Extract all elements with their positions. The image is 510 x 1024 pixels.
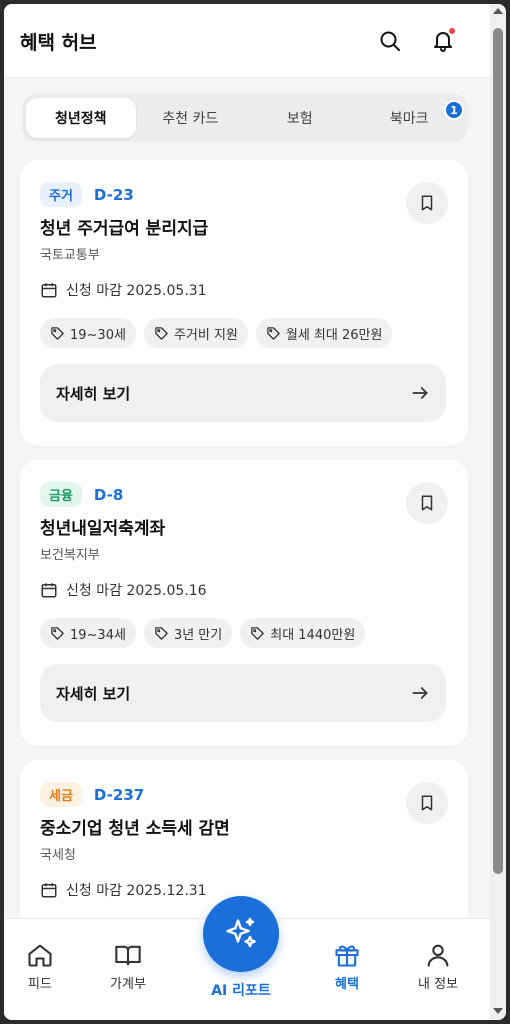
deadline-text: 신청 마감 2025.05.31 bbox=[66, 283, 207, 299]
user-icon bbox=[427, 944, 449, 967]
info-chip: 3년 만기 bbox=[143, 618, 233, 648]
card-organization: 국세청 bbox=[40, 848, 76, 863]
gift-icon bbox=[335, 945, 359, 967]
tag-icon bbox=[251, 626, 264, 640]
info-chip: 주거비 지원 bbox=[143, 318, 248, 348]
tab-youth-policy[interactable]: 청년정책 bbox=[26, 98, 136, 138]
tag-icon bbox=[155, 626, 168, 640]
bookmark-button[interactable] bbox=[406, 482, 448, 524]
app-viewport: 혜택 허브 청년정책 추천 카드 보험 북마크 1 주거 D-23 청년 주거급… bbox=[4, 4, 490, 1020]
detail-label: 자세히 보기 bbox=[56, 684, 131, 703]
deadline-row: 신청 마감 2025.05.31 bbox=[40, 280, 207, 300]
dday-label: D-8 bbox=[93, 485, 124, 504]
tab-bookmark[interactable]: 북마크 1 bbox=[355, 98, 464, 138]
ai-report-button[interactable] bbox=[203, 896, 279, 972]
tab-insurance[interactable]: 보험 bbox=[245, 98, 355, 138]
card-header: 세금 D-237 bbox=[40, 782, 144, 807]
deadline-text: 신청 마감 2025.05.16 bbox=[66, 583, 207, 599]
top-header: 혜택 허브 bbox=[4, 4, 490, 78]
bookmark-button[interactable] bbox=[406, 182, 448, 224]
sparkles-icon bbox=[226, 917, 256, 948]
chip-label: 19~34세 bbox=[70, 627, 126, 643]
card-header: 금융 D-8 bbox=[40, 482, 123, 507]
ai-report-label: AI 리포트 bbox=[211, 983, 271, 999]
bookmark-count-badge: 1 bbox=[444, 100, 464, 120]
chip-label: 3년 만기 bbox=[173, 627, 223, 643]
category-tag: 세금 bbox=[40, 782, 82, 807]
info-chip: 월세 최대 26만원 bbox=[255, 318, 393, 348]
chip-label: 월세 최대 26만원 bbox=[285, 327, 383, 343]
nav-feed[interactable]: 피드 bbox=[4, 941, 80, 992]
chip-list: 19~34세 3년 만기 최대 1440만원 bbox=[40, 618, 366, 648]
bookmark-icon bbox=[421, 495, 433, 511]
bookmark-icon bbox=[421, 795, 433, 811]
chip-list: 19~30세 주거비 지원 월세 최대 26만원 bbox=[40, 318, 393, 348]
calendar-icon bbox=[41, 283, 57, 298]
card-organization: 국토교통부 bbox=[40, 248, 100, 263]
nav-label: 내 정보 bbox=[417, 977, 458, 992]
detail-label: 자세히 보기 bbox=[56, 384, 131, 403]
deadline-row: 신청 마감 2025.05.16 bbox=[40, 580, 207, 600]
card-title: 청년내일저축계좌 bbox=[40, 519, 166, 539]
notification-button[interactable] bbox=[429, 27, 457, 55]
notification-dot bbox=[449, 28, 455, 34]
card-header: 주거 D-23 bbox=[40, 182, 134, 207]
search-button[interactable] bbox=[376, 27, 404, 55]
chip-label: 최대 1440만원 bbox=[270, 627, 356, 643]
scroll-down-arrow[interactable] bbox=[493, 1008, 503, 1014]
tag-icon bbox=[51, 326, 64, 340]
search-icon bbox=[380, 31, 400, 51]
scroll-up-arrow[interactable] bbox=[493, 8, 503, 14]
arrow-right-icon bbox=[412, 687, 428, 699]
card-title: 청년 주거급여 분리지급 bbox=[40, 219, 209, 239]
tab-label: 북마크 bbox=[389, 111, 429, 127]
page-title: 혜택 허브 bbox=[20, 32, 97, 54]
nav-benefits[interactable]: 혜택 bbox=[307, 941, 387, 992]
category-tabs: 청년정책 추천 카드 보험 북마크 1 bbox=[22, 94, 468, 142]
chip-label: 주거비 지원 bbox=[173, 327, 238, 343]
dday-label: D-23 bbox=[93, 185, 134, 204]
card-title: 중소기업 청년 소득세 감면 bbox=[40, 819, 230, 839]
nav-label: 혜택 bbox=[335, 977, 359, 992]
nav-my-info[interactable]: 내 정보 bbox=[398, 941, 478, 992]
bookmark-icon bbox=[421, 195, 433, 211]
nav-ledger[interactable]: 가계부 bbox=[88, 941, 168, 992]
book-open-icon bbox=[115, 945, 141, 966]
bookmark-button[interactable] bbox=[406, 782, 448, 824]
nav-label: 피드 bbox=[28, 977, 52, 992]
tab-label: 보험 bbox=[286, 111, 313, 127]
deadline-text: 신청 마감 2025.12.31 bbox=[66, 883, 207, 899]
scrollbar[interactable] bbox=[490, 4, 506, 1020]
category-tag: 주거 bbox=[40, 182, 82, 207]
app-window: 혜택 허브 청년정책 추천 카드 보험 북마크 1 주거 D-23 청년 주거급… bbox=[4, 4, 506, 1020]
benefit-card: 주거 D-23 청년 주거급여 분리지급 국토교통부 신청 마감 2025.05… bbox=[20, 160, 468, 446]
scroll-thumb[interactable] bbox=[493, 28, 503, 874]
info-chip: 최대 1440만원 bbox=[240, 618, 366, 648]
calendar-icon bbox=[41, 583, 57, 598]
tab-label: 추천 카드 bbox=[162, 111, 219, 127]
tag-icon bbox=[51, 626, 64, 640]
info-chip: 19~30세 bbox=[40, 318, 136, 348]
info-chip: 19~34세 bbox=[40, 618, 136, 648]
home-icon bbox=[28, 944, 52, 967]
dday-label: D-237 bbox=[93, 785, 145, 804]
calendar-icon bbox=[41, 883, 57, 898]
arrow-right-icon bbox=[412, 387, 428, 399]
benefit-card: 금융 D-8 청년내일저축계좌 보건복지부 신청 마감 2025.05.16 1… bbox=[20, 460, 468, 746]
category-tag: 금융 bbox=[40, 482, 82, 507]
view-details-button[interactable]: 자세히 보기 bbox=[40, 364, 446, 422]
deadline-row: 신청 마감 2025.12.31 bbox=[40, 880, 207, 900]
nav-label: 가계부 bbox=[110, 977, 146, 992]
tag-icon bbox=[267, 326, 280, 340]
tab-label: 청년정책 bbox=[54, 111, 107, 127]
tab-recommended-card[interactable]: 추천 카드 bbox=[136, 98, 246, 138]
chip-label: 19~30세 bbox=[70, 327, 126, 343]
card-organization: 보건복지부 bbox=[40, 548, 100, 563]
tag-icon bbox=[155, 326, 168, 340]
view-details-button[interactable]: 자세히 보기 bbox=[40, 664, 446, 722]
